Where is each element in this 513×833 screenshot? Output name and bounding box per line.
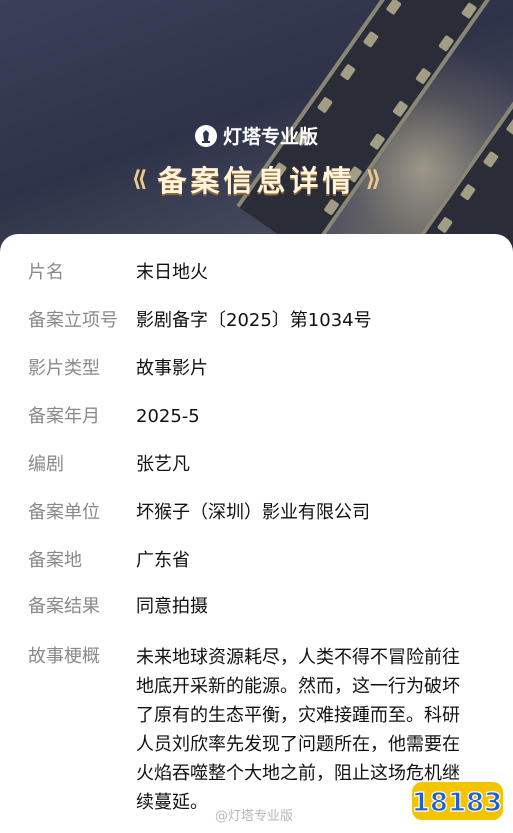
detail-row-film-type: 影片类型 故事影片 (28, 355, 501, 383)
watermark: @灯塔专业版 (215, 805, 293, 824)
detail-row-title: 片名 末日地火 (28, 259, 501, 287)
page-title-row: ⟪ 备案信息详情 ⟫ (0, 158, 513, 200)
header-banner: 灯塔专业版 ⟪ 备案信息详情 ⟫ (0, 0, 513, 260)
synopsis-line: 人员刘欣率先发现了问题所在，他需要在 (136, 734, 460, 755)
page-title: 备案信息详情 (157, 164, 356, 198)
detail-label: 编剧 (28, 454, 64, 475)
detail-label: 故事梗概 (28, 646, 100, 667)
detail-value: 故事影片 (136, 358, 208, 379)
detail-value: 坏猴子（深圳）影业有限公司 (136, 502, 370, 523)
detail-value: 2025-5 (136, 406, 200, 427)
detail-label: 备案立项号 (28, 310, 118, 331)
synopsis-line: 了原有的生态平衡，灾难接踵而至。科研 (136, 705, 460, 726)
synopsis-line: 未来地球资源耗尽，人类不得不冒险前往 (136, 647, 460, 668)
svg-text:18183: 18183 (412, 788, 502, 818)
detail-label: 备案年月 (28, 406, 100, 427)
detail-label: 备案结果 (28, 596, 100, 617)
synopsis-line: 地底开采新的能源。然而，这一行为破坏 (136, 676, 460, 697)
detail-label: 备案地 (28, 550, 82, 571)
detail-value: 广东省 (136, 550, 190, 571)
detail-value: 末日地火 (136, 262, 208, 283)
detail-row-record-date: 备案年月 2025-5 (28, 403, 501, 431)
site-logo: 18183 (410, 776, 505, 826)
lighthouse-logo-icon (194, 124, 217, 147)
detail-label: 片名 (28, 262, 64, 283)
brand: 灯塔专业版 (0, 122, 513, 149)
detail-label: 影片类型 (28, 358, 100, 379)
detail-row-result: 备案结果 同意拍摄 (28, 593, 501, 621)
detail-value: 张艺凡 (136, 454, 190, 475)
brand-name: 灯塔专业版 (222, 126, 318, 148)
detail-label: 备案单位 (28, 502, 100, 523)
detail-value: 同意拍摄 (136, 596, 208, 617)
detail-row-region: 备案地 广东省 (28, 547, 501, 575)
detail-value: 影剧备字〔2025〕第1034号 (136, 310, 372, 331)
laurel-left-icon: ⟪ (131, 166, 148, 192)
watermark-text: @灯塔专业版 (215, 809, 294, 824)
detail-row-company: 备案单位 坏猴子（深圳）影业有限公司 (28, 499, 501, 527)
detail-row-screenwriter: 编剧 张艺凡 (28, 451, 501, 479)
laurel-right-icon: ⟫ (365, 166, 382, 192)
detail-row-record-number: 备案立项号 影剧备字〔2025〕第1034号 (28, 307, 501, 335)
